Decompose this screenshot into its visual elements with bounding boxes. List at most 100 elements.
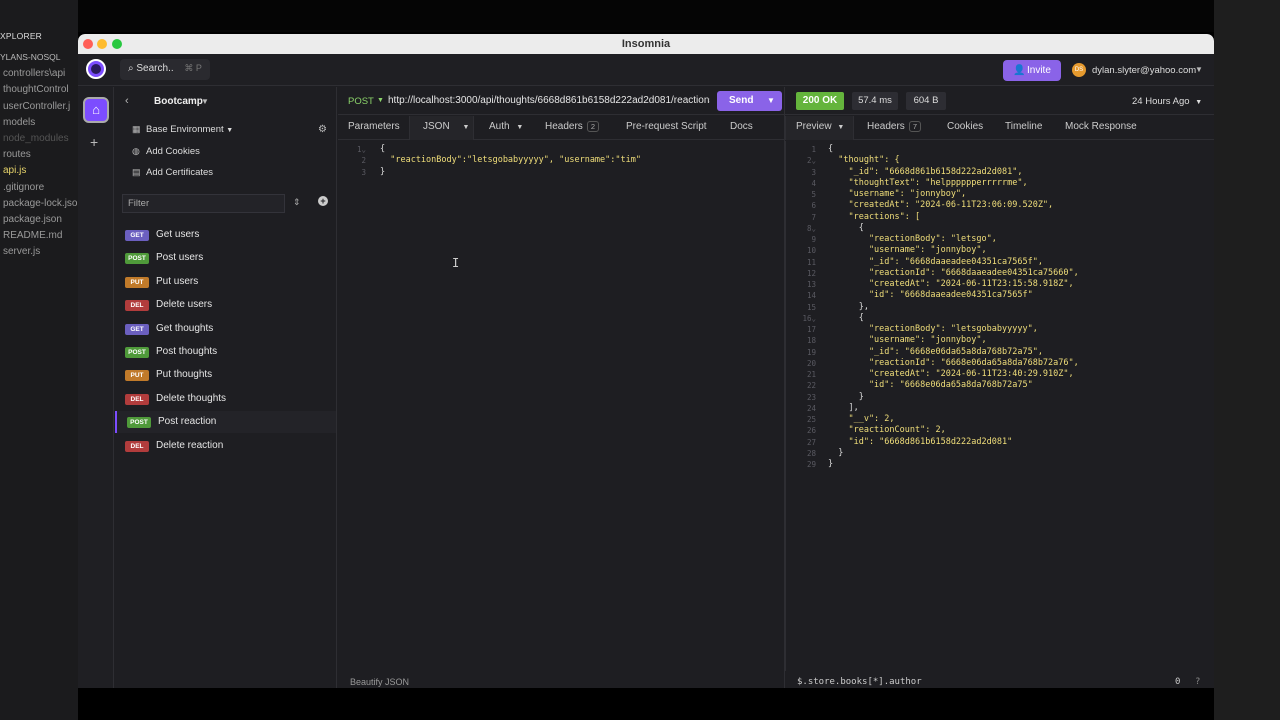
tab-response-headers[interactable]: Headers 7	[867, 121, 921, 132]
code-line: ],	[828, 402, 859, 413]
code-line: "thoughtText": "helpppppperrrrrme",	[828, 177, 1028, 188]
search-shortcut: ⌘ P	[184, 63, 202, 73]
request-item[interactable]: DEL Delete reaction	[115, 435, 336, 457]
explorer-file-item[interactable]: package.json	[3, 214, 62, 225]
tab-json[interactable]: JSON ▼	[423, 121, 469, 132]
tab-parameters[interactable]: Parameters	[348, 121, 400, 132]
chevron-down-icon[interactable]: ▼	[1195, 65, 1203, 74]
method-badge: POST	[127, 417, 151, 429]
line-number: 21	[806, 370, 816, 379]
method-badge: DEL	[125, 440, 149, 452]
code-line: "username": "jonnyboy",	[828, 335, 987, 346]
request-name: Get thoughts	[156, 322, 214, 334]
request-item[interactable]: PUT Put thoughts	[115, 364, 336, 386]
tab-mock-response[interactable]: Mock Response	[1065, 121, 1137, 132]
code-line: }	[828, 391, 864, 402]
line-number: 15	[806, 302, 816, 312]
code-line: "username": "jonnyboy",	[828, 189, 967, 199]
search-button[interactable]: ⌕ Search.. ⌘ P	[120, 59, 210, 80]
filter-input[interactable]: Filter	[122, 194, 285, 213]
method-selector[interactable]: POST	[348, 96, 374, 107]
explorer-file-item[interactable]: .gitignore	[3, 182, 44, 193]
beautify-json-label: Beautify JSON	[350, 677, 410, 687]
help-icon[interactable]: ?	[1195, 677, 1200, 687]
explorer-header: XPLORER	[0, 31, 43, 41]
plus-icon[interactable]: +	[90, 134, 98, 150]
explorer-file-item[interactable]: YLANS-NOSQL	[0, 52, 60, 62]
chevron-down-icon[interactable]: ▼	[767, 96, 775, 105]
request-name: Post thoughts	[156, 346, 218, 357]
request-name: Put thoughts	[156, 369, 213, 381]
request-name: Delete users	[156, 299, 213, 311]
chevron-down-icon: ▼	[462, 124, 470, 131]
code-line: "reactionCount": 2,	[828, 425, 946, 436]
tab-response-headers-label: Headers	[867, 121, 905, 132]
add-certificates-button[interactable]: ▤ Add Certificates	[132, 167, 213, 178]
line-number: 24	[806, 403, 816, 413]
line-number: 2	[361, 156, 366, 166]
tab-preview[interactable]: Preview ▼	[796, 121, 844, 132]
code-line: "username": "jonnyboy",	[828, 245, 987, 256]
explorer-file-item[interactable]: api.js	[3, 165, 26, 176]
request-item[interactable]: DEL Delete thoughts	[115, 388, 336, 410]
gear-icon[interactable]: ⚙	[318, 124, 327, 135]
url-input[interactable]: http://localhost:3000/api/thoughts/6668d…	[388, 95, 710, 106]
chevron-down-icon[interactable]: ▼	[377, 97, 384, 104]
explorer-file-item[interactable]: userController.j	[3, 101, 70, 112]
line-number: 9	[811, 235, 816, 244]
line-number: 8⌄	[806, 223, 816, 233]
tab-timeline[interactable]: Timeline	[1005, 121, 1042, 132]
method-badge: DEL	[125, 300, 149, 312]
response-filter-input[interactable]: $.store.books[*].author	[797, 677, 922, 687]
response-body-viewer[interactable]: 1 {2⌄ "thought": {3 "_id": "6668d861b615…	[785, 141, 1214, 671]
line-number: 25	[806, 415, 816, 424]
tab-json-label: JSON	[423, 121, 450, 132]
user-avatar[interactable]: DS	[1072, 63, 1086, 77]
request-item[interactable]: DEL Delete users	[115, 294, 336, 316]
method-badge: DEL	[125, 393, 149, 405]
request-item[interactable]: POST Post reaction	[115, 411, 336, 434]
code-line: "id": "6668daaeadee04351ca7565f"	[828, 290, 1033, 301]
request-body-editor[interactable]: 1⌄ {2 "reactionBody":"letsgobabyyyyy", "u…	[338, 141, 784, 671]
tab-cookies[interactable]: Cookies	[947, 121, 983, 132]
explorer-file-item[interactable]: controllers\api	[3, 68, 65, 79]
request-item[interactable]: PUT Put users	[115, 271, 336, 293]
code-line: "createdAt": "2024-06-11T23:40:29.910Z",	[828, 369, 1074, 379]
request-item[interactable]: POST Post thoughts	[115, 341, 336, 363]
request-item[interactable]: GET Get thoughts	[115, 318, 336, 340]
request-item[interactable]: POST Post users	[115, 247, 336, 269]
add-cookies-button[interactable]: ◍ Add Cookies	[132, 146, 200, 157]
request-item[interactable]: GET Get users	[115, 224, 336, 246]
explorer-file-item[interactable]: node_modules	[3, 133, 69, 144]
home-icon[interactable]: ⌂	[83, 97, 109, 123]
explorer-file-item[interactable]: README.md	[3, 230, 62, 241]
line-number: 16⌄	[802, 313, 816, 323]
send-button[interactable]: Send ▼	[717, 91, 782, 111]
tab-headers[interactable]: Headers 2	[545, 121, 599, 132]
explorer-file-item[interactable]: models	[3, 117, 35, 128]
beautify-json-button[interactable]: Beautify JSON	[338, 677, 784, 688]
add-request-icon[interactable]: +	[318, 196, 328, 206]
explorer-file-item[interactable]: thoughtControl	[3, 84, 69, 95]
request-name: Post reaction	[158, 416, 217, 428]
insomnia-logo[interactable]	[86, 59, 106, 79]
tab-prerequest-script[interactable]: Pre-request Script	[626, 121, 707, 132]
tab-auth[interactable]: Auth ▼	[489, 121, 523, 132]
project-name[interactable]: Bootcamp	[154, 96, 203, 107]
chevron-down-icon[interactable]: ▼	[201, 97, 209, 106]
explorer-file-item[interactable]: package-lock.jso	[3, 198, 77, 209]
response-history[interactable]: 24 Hours Ago ▼	[1132, 96, 1202, 107]
explorer-file-item[interactable]: server.js	[3, 246, 40, 257]
environment-selector[interactable]: ▦ Base Environment ▼	[132, 124, 233, 135]
user-email[interactable]: dylan.slyter@yahoo.com	[1092, 65, 1196, 76]
line-number: 19	[806, 347, 816, 357]
back-icon[interactable]: ‹	[125, 95, 129, 107]
invite-button[interactable]: 👤 Invite	[1003, 60, 1061, 81]
explorer-file-item[interactable]: routes	[3, 149, 31, 160]
sort-icon[interactable]: ⇕	[293, 197, 301, 208]
method-badge: GET	[125, 230, 149, 241]
tab-docs[interactable]: Docs	[730, 121, 753, 132]
status-badge: 200 OK	[796, 92, 844, 110]
window-title: Insomnia	[621, 38, 671, 50]
line-number: 22	[806, 381, 816, 391]
